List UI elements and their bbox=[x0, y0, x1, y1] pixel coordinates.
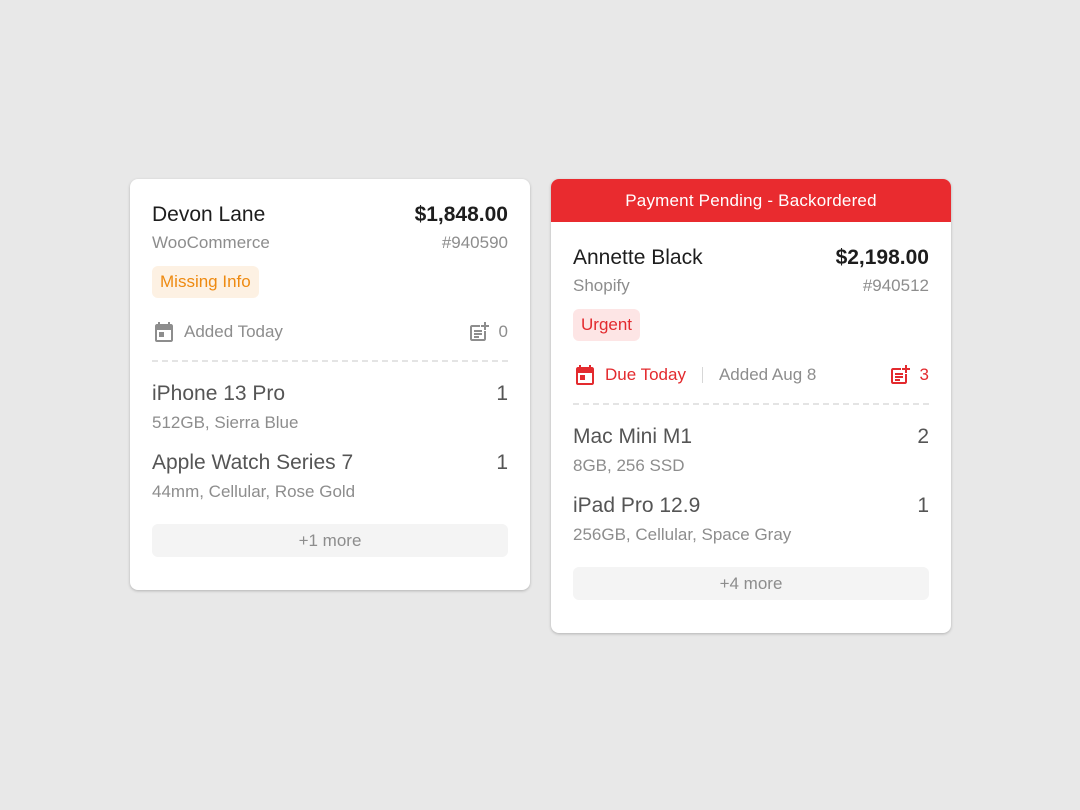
more-items-button[interactable]: +4 more bbox=[573, 567, 929, 600]
divider bbox=[573, 403, 929, 405]
notes-button[interactable]: 3 bbox=[888, 363, 929, 387]
store-name: Shopify bbox=[573, 276, 630, 295]
item-name: iPhone 13 Pro bbox=[152, 382, 286, 405]
list-item: iPhone 13 Pro 1 512GB, Sierra Blue bbox=[152, 382, 508, 433]
note-add-icon bbox=[467, 320, 491, 344]
order-card-body: Annette Black $2,198.00 Shopify #940512 … bbox=[551, 222, 951, 600]
separator bbox=[701, 367, 703, 383]
item-quantity: 2 bbox=[917, 425, 929, 448]
note-add-icon bbox=[888, 363, 912, 387]
order-total: $2,198.00 bbox=[835, 246, 929, 269]
list-item: iPad Pro 12.9 1 256GB, Cellular, Space G… bbox=[573, 494, 929, 545]
order-total: $1,848.00 bbox=[414, 203, 508, 226]
order-header: Devon Lane $1,848.00 bbox=[152, 203, 508, 227]
notes-count: 3 bbox=[919, 365, 929, 384]
calendar-icon bbox=[152, 320, 176, 344]
order-subheader: WooCommerce #940590 bbox=[152, 233, 508, 253]
order-card-body: Devon Lane $1,848.00 WooCommerce #940590… bbox=[130, 179, 530, 557]
divider bbox=[152, 360, 508, 362]
more-items-button[interactable]: +1 more bbox=[152, 524, 508, 557]
due-date: Due Today bbox=[605, 365, 686, 384]
item-description: 512GB, Sierra Blue bbox=[152, 413, 299, 432]
store-name: WooCommerce bbox=[152, 233, 270, 252]
customer-name: Annette Black bbox=[573, 246, 703, 269]
item-description: 8GB, 256 SSD bbox=[573, 456, 685, 475]
item-description: 44mm, Cellular, Rose Gold bbox=[152, 482, 356, 501]
order-subheader: Shopify #940512 bbox=[573, 276, 929, 296]
urgent-badge: Urgent bbox=[573, 309, 641, 341]
notes-count: 0 bbox=[498, 322, 508, 341]
notes-button[interactable]: 0 bbox=[467, 320, 508, 344]
item-name: iPad Pro 12.9 bbox=[573, 494, 701, 517]
status-banner: Payment Pending - Backordered bbox=[551, 179, 951, 222]
list-item: Mac Mini M1 2 8GB, 256 SSD bbox=[573, 425, 929, 476]
dates: Due Today Added Aug 8 bbox=[573, 363, 816, 387]
order-meta: Due Today Added Aug 8 3 bbox=[573, 362, 929, 388]
order-number: #940512 bbox=[862, 276, 929, 295]
item-quantity: 1 bbox=[496, 451, 508, 474]
missing-info-badge: Missing Info bbox=[152, 266, 259, 298]
item-quantity: 1 bbox=[917, 494, 929, 517]
customer-name: Devon Lane bbox=[152, 203, 266, 226]
item-name: Mac Mini M1 bbox=[573, 425, 693, 448]
order-card[interactable]: Devon Lane $1,848.00 WooCommerce #940590… bbox=[130, 179, 530, 590]
order-header: Annette Black $2,198.00 bbox=[573, 246, 929, 270]
added-text: Added Aug 8 bbox=[718, 365, 817, 384]
order-card[interactable]: Payment Pending - Backordered Annette Bl… bbox=[551, 179, 951, 633]
order-number: #940590 bbox=[441, 233, 508, 252]
list-item: Apple Watch Series 7 1 44mm, Cellular, R… bbox=[152, 451, 508, 502]
item-description: 256GB, Cellular, Space Gray bbox=[573, 525, 792, 544]
added-date: Added Today bbox=[152, 320, 283, 344]
order-meta: Added Today 0 bbox=[152, 319, 508, 345]
item-quantity: 1 bbox=[496, 382, 508, 405]
calendar-icon bbox=[573, 363, 597, 387]
added-text: Added Today bbox=[184, 322, 283, 341]
item-name: Apple Watch Series 7 bbox=[152, 451, 354, 474]
